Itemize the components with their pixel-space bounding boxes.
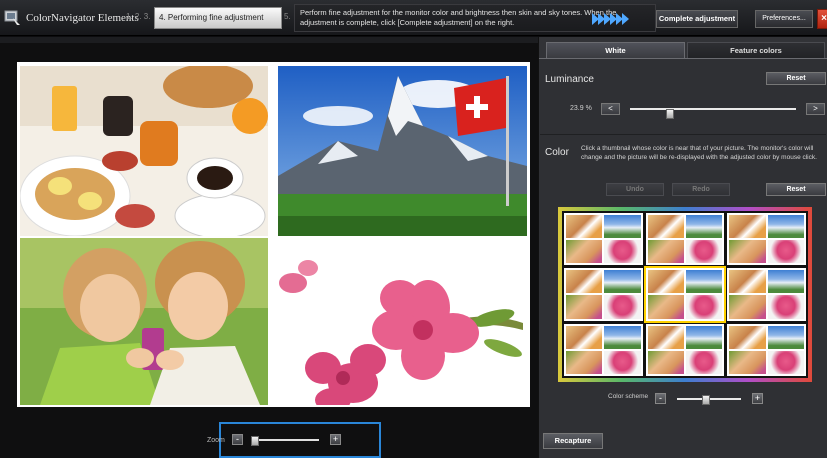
preview-header-strip <box>0 37 538 43</box>
color-thumbnail[interactable] <box>727 213 806 266</box>
color-scheme-decrease-button[interactable]: - <box>655 393 666 404</box>
zoom-in-button[interactable]: + <box>330 434 341 445</box>
undo-button[interactable]: Undo <box>606 183 664 196</box>
zoom-label: Zoom <box>207 437 225 444</box>
color-thumbnail[interactable] <box>564 213 643 266</box>
preferences-button[interactable]: Preferences... <box>755 10 813 28</box>
zoom-slider-handle[interactable] <box>251 436 260 446</box>
color-thumbnail[interactable] <box>564 268 643 321</box>
recapture-button[interactable]: Recapture <box>543 433 603 449</box>
next-step: 5. <box>284 12 291 21</box>
luminance-slider-handle[interactable] <box>665 109 674 119</box>
color-thumbnail-selected[interactable] <box>643 266 727 323</box>
color-thumbnail[interactable] <box>645 323 725 376</box>
complete-adjustment-button[interactable]: Complete adjustment <box>656 10 738 28</box>
luminance-slider-track[interactable] <box>630 108 796 110</box>
luminance-title: Luminance <box>545 74 594 85</box>
redo-button[interactable]: Redo <box>672 183 730 196</box>
luminance-reset-button[interactable]: Reset <box>766 72 826 85</box>
color-thumbnail[interactable] <box>727 268 806 321</box>
app-title: ColorNavigator Elements <box>26 12 139 24</box>
color-thumbnail[interactable] <box>727 323 806 376</box>
zoom-out-button[interactable]: - <box>232 434 243 445</box>
section-divider <box>540 134 826 135</box>
tab-white[interactable]: White <box>546 42 685 58</box>
preview-image-frame <box>17 62 530 407</box>
luminance-value: 23.9 % <box>570 105 592 112</box>
mountain-photo <box>278 66 527 236</box>
luminance-increase-button[interactable]: > <box>806 103 825 115</box>
luminance-decrease-button[interactable]: < <box>601 103 620 115</box>
zoom-slider-track[interactable] <box>252 439 319 441</box>
progress-arrows-icon <box>592 13 629 27</box>
color-scheme-increase-button[interactable]: + <box>752 393 763 404</box>
app-logo-icon <box>4 9 22 27</box>
color-scheme-slider-handle[interactable] <box>701 395 710 405</box>
close-button[interactable]: × <box>817 9 827 29</box>
color-description: Click a thumbnail whose color is near th… <box>581 145 817 161</box>
children-photo <box>20 238 268 405</box>
current-step: 4. Performing fine adjustment <box>154 7 282 29</box>
color-scheme-label: Color scheme <box>608 393 649 400</box>
flower-photo <box>278 238 527 405</box>
breakfast-photo <box>20 66 268 236</box>
color-title: Color <box>545 147 569 158</box>
color-thumbnail[interactable] <box>564 323 643 376</box>
thumbnail-grid-inner <box>562 211 808 378</box>
color-reset-button[interactable]: Reset <box>766 183 826 196</box>
color-thumbnail[interactable] <box>645 213 725 266</box>
completed-steps: 1. 2. 3. <box>126 12 151 21</box>
title-bar: ColorNavigator Elements 1. 2. 3. 4. Perf… <box>0 0 827 36</box>
color-thumbnail-grid <box>558 207 812 382</box>
tab-feature-colors[interactable]: Feature colors <box>687 42 825 58</box>
